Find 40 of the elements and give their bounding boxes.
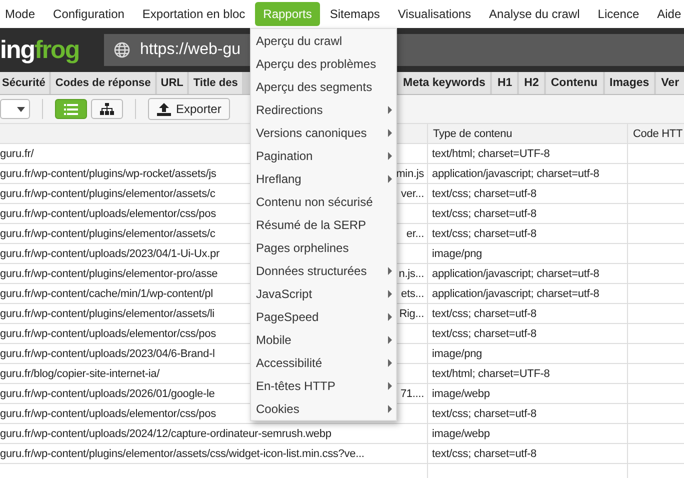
table-cell-text: guru.fr/ (0, 147, 34, 162)
table-cell: text/css; charset=utf-8 (428, 304, 628, 324)
table-cell: text/css; charset=utf-8 (428, 324, 628, 344)
table-cell-text: er... (406, 227, 424, 242)
table-cell-text: guru.fr/wp-content/uploads/2026/01/google-le (0, 387, 215, 402)
table-cell-text: n.js... (398, 267, 424, 282)
table-cell-text: guru.fr/wp-content/plugins/elementor/assets/c (0, 187, 216, 202)
table-cell-text: min.js (396, 167, 424, 182)
logo: ingfrog (0, 36, 80, 64)
table-cell-text: guru.fr/wp-content/cache/min/1/wp-content/pl (0, 287, 213, 302)
table-cell-text: Rig... (399, 307, 424, 322)
table-cell-text: guru.fr/wp-content/uploads/elementor/css/pos (0, 207, 216, 222)
table-cell-text: guru.fr/wp-content/uploads/2023/04/6-Brand-l (0, 347, 215, 362)
table-cell: application/javascript; charset=utf-8 (428, 264, 628, 284)
table-cell-text: guru.fr/wp-content/plugins/elementor/assets/c (0, 227, 216, 242)
table-cell: text/css; charset=utf-8 (428, 444, 628, 464)
table-cell: text/css; charset=utf-8 (428, 224, 628, 244)
table-cell-text: guru.fr/wp-content/uploads/elementor/css/pos (0, 327, 216, 342)
table-cell: application/javascript; charset=utf-8 (428, 284, 628, 304)
table-cell-text: guru.fr/wp-content/uploads/elementor/css/pos (0, 407, 216, 422)
table-cell: image/png (428, 344, 628, 364)
table-cell-text: ver... (401, 187, 424, 202)
table-cell: text/css; charset=utf-8 (428, 404, 628, 424)
table-cell: text/css; charset=utf-8 (428, 204, 628, 224)
table-cell: image/webp (428, 384, 628, 404)
table-cell-text: guru.fr/wp-content/plugins/wp-rocket/assets/js (0, 167, 216, 182)
table-cell: text/css; charset=utf-8 (428, 184, 628, 204)
table-cell-text: guru.fr/wp-content/uploads/2024/12/capture-ordinateur-semrush.webp (0, 427, 332, 442)
table-cell-text: ets... (401, 287, 424, 302)
table-cell-text: guru.fr/wp-content/plugins/elementor/assets/css/widget-icon-list.min.css?ve... (0, 447, 364, 462)
table-cell: image/png (428, 244, 628, 264)
table-cell-text: guru.fr/blog/copier-site-internet-ia/ (0, 367, 160, 382)
table-cell-text: guru.fr/wp-content/plugins/elementor-pro/asse (0, 267, 218, 282)
table-cell: text/html; charset=UTF-8 (428, 364, 628, 384)
table-cell: text/html; charset=UTF-8 (428, 144, 628, 164)
table-cell-text: 71.... (400, 387, 424, 402)
table-cell: application/javascript; charset=utf-8 (428, 164, 628, 184)
table-cell-text: guru.fr/wp-content/plugins/elementor/assets/li (0, 307, 214, 322)
table-cell: image/webp (428, 424, 628, 444)
table-cell-text: guru.fr/wp-content/uploads/2023/04/1-Ui-Ux.pr (0, 247, 220, 262)
